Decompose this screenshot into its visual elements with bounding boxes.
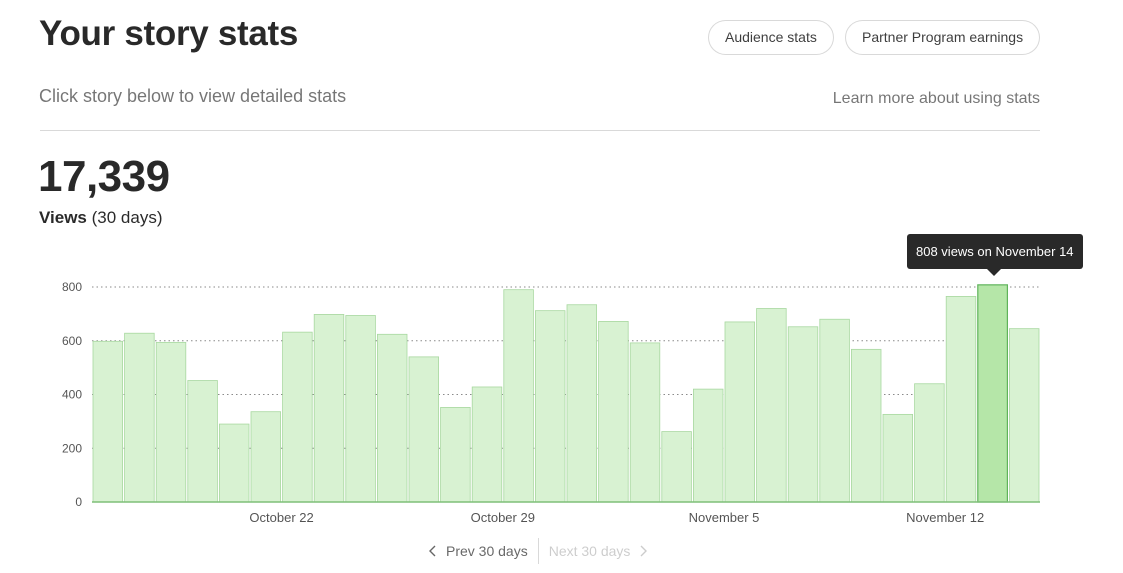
chart-bar[interactable] — [724, 321, 756, 503]
chart-bar[interactable] — [155, 341, 187, 503]
pagination: Prev 30 days Next 30 days — [426, 538, 650, 564]
chart-bar[interactable] — [92, 340, 124, 503]
x-tick-label: October 22 — [249, 510, 313, 525]
chart-bar[interactable] — [471, 386, 503, 503]
chart-bar[interactable] — [345, 315, 376, 503]
chart-bar[interactable] — [693, 388, 724, 503]
views-bar-chart: 0 200 400 600 800 October 22 October 29 Novembe… — [62, 280, 1040, 525]
next-30-days-button: Next 30 days — [539, 543, 651, 559]
y-tick-label: 200 — [62, 441, 82, 455]
y-tick-label: 800 — [62, 280, 82, 294]
chart-bar[interactable] — [566, 304, 598, 503]
chart-bar[interactable] — [977, 284, 1008, 503]
y-tick-label: 400 — [62, 388, 82, 402]
chart-bar[interactable] — [756, 308, 787, 503]
tooltip-arrow — [987, 269, 1001, 276]
chart-bar[interactable] — [661, 431, 692, 503]
chart-bar[interactable] — [851, 348, 882, 503]
chart-bar[interactable] — [1009, 328, 1040, 503]
prev-30-days-button[interactable]: Prev 30 days — [426, 543, 538, 559]
y-tick-label: 600 — [62, 334, 82, 348]
chevron-left-icon — [426, 544, 440, 558]
chart-bar[interactable] — [945, 296, 977, 503]
chart-bar[interactable] — [819, 318, 850, 503]
chart-bar[interactable] — [629, 342, 661, 503]
chart-bar[interactable] — [787, 326, 819, 503]
x-tick-label: November 12 — [906, 510, 984, 525]
chart-bar[interactable] — [376, 333, 408, 503]
chart-bar[interactable] — [250, 411, 282, 503]
chart-bar[interactable] — [187, 380, 218, 503]
y-tick-label: 0 — [75, 495, 82, 509]
chart-bar[interactable] — [914, 383, 945, 503]
next-30-days-label: Next 30 days — [548, 543, 631, 559]
chart-bar[interactable] — [218, 423, 250, 503]
x-tick-label: November 5 — [689, 510, 760, 525]
chart-bar[interactable] — [535, 310, 566, 503]
chart-bar[interactable] — [882, 413, 914, 503]
bar-tooltip: 808 views on November 14 — [907, 234, 1083, 269]
chart-bar[interactable] — [503, 289, 534, 503]
x-tick-label: October 29 — [471, 510, 535, 525]
chart-bar[interactable] — [313, 314, 345, 503]
prev-30-days-label: Prev 30 days — [446, 543, 528, 559]
chevron-right-icon — [636, 544, 650, 558]
chart-bar[interactable] — [440, 406, 471, 503]
chart-bar[interactable] — [124, 332, 155, 503]
chart-bar[interactable] — [408, 356, 440, 503]
chart-bar[interactable] — [282, 331, 313, 503]
chart-bar[interactable] — [598, 320, 629, 503]
